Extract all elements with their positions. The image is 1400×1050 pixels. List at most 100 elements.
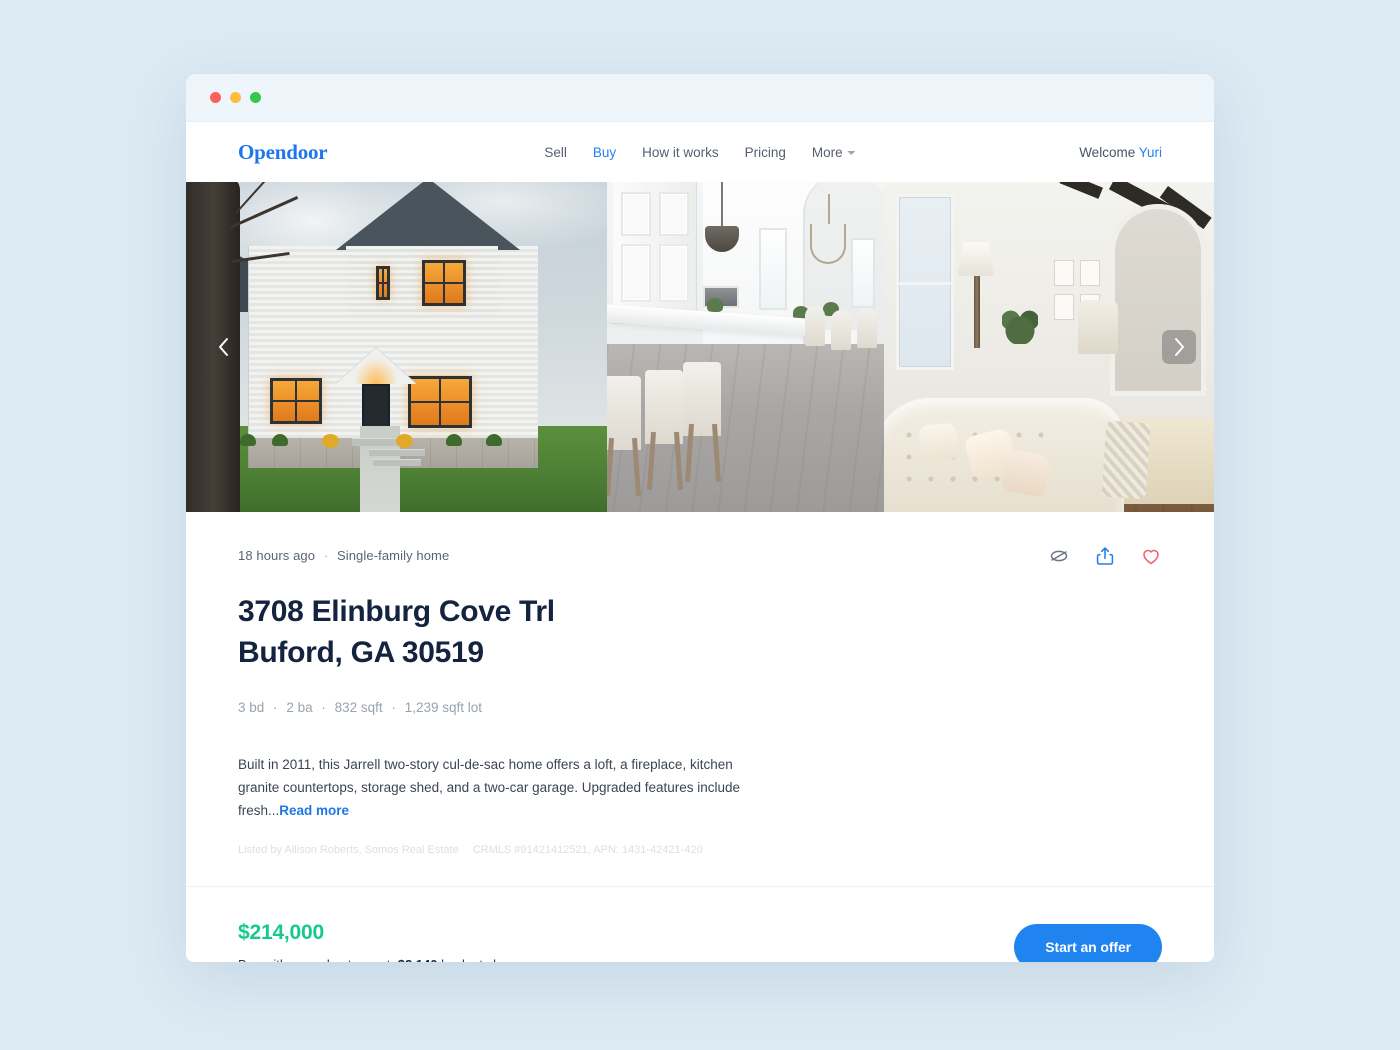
opendoor-logo[interactable]: Opendoor [238, 140, 328, 165]
meta-separator: · [323, 548, 329, 563]
shrub-3 [446, 434, 462, 446]
welcome-label: Welcome [1079, 144, 1136, 160]
table-lamp-shade [958, 242, 994, 276]
nav-item-pricing[interactable]: Pricing [745, 145, 786, 160]
bar-stool-3 [683, 362, 723, 483]
spec-separator: · [273, 699, 278, 715]
favorite-listing-icon[interactable] [1140, 545, 1162, 567]
listing-meta: 18 hours ago · Single-family home [238, 548, 449, 563]
nav-item-how-it-works[interactable]: How it works [642, 145, 719, 160]
nav-item-more[interactable]: More [812, 145, 856, 160]
spec-lot: 1,239 sqft lot [404, 699, 483, 715]
page-title: 3708 Elinburg Cove Trl Buford, GA 30519 [238, 591, 1162, 674]
kitchen-window-2 [851, 238, 875, 308]
nav-item-sell[interactable]: Sell [544, 145, 567, 160]
nav-item-more-label: More [811, 144, 843, 160]
window-lower-right [408, 376, 472, 428]
bar-stool-1 [607, 376, 643, 497]
traffic-lights [210, 92, 261, 103]
roof-gable [336, 182, 520, 250]
mum-planter-right [396, 434, 413, 448]
carousel-next-button[interactable] [1162, 330, 1196, 364]
spec-baths: 2 ba [286, 699, 313, 715]
cabinet-pane-4 [659, 244, 689, 302]
carousel-prev-button[interactable] [206, 330, 240, 364]
chevron-down-icon [847, 151, 856, 155]
listing-price: $214,000 [238, 921, 324, 945]
kitchen-window-1 [759, 228, 787, 310]
nav-links: Sell Buy How it works Pricing More [544, 145, 856, 160]
throw-pillow-3 [918, 422, 960, 462]
property-type: Single-family home [336, 548, 450, 563]
bar-stool-2 [645, 370, 685, 491]
listing-actions [1048, 545, 1162, 567]
rebate-suffix: back at close. [437, 957, 521, 962]
start-an-offer-button[interactable]: Start an offer [1014, 923, 1162, 962]
walk-step-1 [368, 449, 425, 456]
accent-chair [1078, 300, 1118, 354]
potted-plant [1002, 300, 1038, 344]
wall-art-3 [1054, 294, 1074, 320]
hide-listing-icon[interactable] [1048, 545, 1070, 567]
photo-carousel[interactable] [186, 182, 1214, 512]
spec-sqft: 832 sqft [334, 699, 383, 715]
shrub-2 [272, 434, 288, 446]
read-more-link[interactable]: Read more [279, 803, 349, 818]
minimize-window-icon[interactable] [230, 92, 241, 103]
porch-light-glow [354, 358, 398, 384]
dining-chair-3 [857, 308, 877, 348]
mum-planter-left [322, 434, 339, 448]
shrub-4 [486, 434, 502, 446]
price-block: $214,000 Buy with us and get an est. $2,… [238, 921, 521, 962]
kitchen-plant-1 [707, 298, 723, 312]
spec-separator: · [391, 699, 396, 715]
stool-leg [607, 437, 615, 497]
rebate-amount: $2,140 [398, 957, 438, 962]
listing-description: Built in 2011, this Jarrell two-story cu… [238, 753, 750, 823]
rebate-prefix: Buy with us and get an est. [238, 957, 398, 962]
listing-details: 18 hours ago · Single-family home 3708 E… [186, 512, 1214, 887]
site-navbar: Opendoor Sell Buy How it works Pricing M… [186, 122, 1214, 182]
listing-attribution: Listed by Allison Roberts, Somos Real Es… [238, 844, 1162, 886]
maximize-window-icon[interactable] [250, 92, 261, 103]
user-name: Yuri [1138, 144, 1162, 160]
cabinet-pane-2 [659, 192, 689, 236]
spec-separator: · [321, 699, 326, 715]
nav-item-buy[interactable]: Buy [593, 145, 616, 160]
spec-beds: 3 bd [238, 699, 265, 715]
carousel-photo-kitchen[interactable] [607, 182, 884, 512]
carousel-photo-exterior[interactable] [186, 182, 607, 512]
mls-number: CRMLS #91421412521, APN: 1431-42421-420 [472, 844, 703, 857]
cabinet-pane-3 [621, 244, 651, 302]
hallway-arch [1110, 204, 1206, 396]
living-room-window [896, 194, 954, 370]
throw-pillow-2 [1000, 448, 1052, 498]
posted-time: 18 hours ago [238, 548, 316, 563]
property-specs: 3 bd · 2 ba · 832 sqft · 1,239 sqft lot [238, 700, 1162, 715]
cabinet-pane-1 [621, 192, 651, 236]
welcome-greeting[interactable]: Welcome Yuri [1079, 145, 1162, 160]
walk-step-2 [372, 459, 421, 466]
pendant-cord-1 [721, 182, 723, 228]
dining-chair-2 [831, 310, 851, 350]
knit-throw-blanket [1101, 420, 1151, 500]
table-lamp-base [974, 276, 980, 348]
window-lower-left [270, 378, 322, 424]
offer-bar: $214,000 Buy with us and get an est. $2,… [186, 886, 1214, 962]
share-listing-icon[interactable] [1094, 545, 1116, 567]
dining-chandelier [810, 194, 846, 264]
window-upper-wide [422, 260, 466, 306]
browser-window: Opendoor Sell Buy How it works Pricing M… [186, 74, 1214, 962]
dining-chair-1 [805, 306, 825, 346]
window-upper-narrow [376, 266, 390, 300]
listed-by-text: Listed by Allison Roberts, Somos Real Es… [238, 844, 459, 857]
rebate-text: Buy with us and get an est. $2,140 back … [238, 957, 521, 962]
address-line-2: Buford, GA 30519 [238, 636, 484, 670]
browser-titlebar [186, 74, 1214, 122]
close-window-icon[interactable] [210, 92, 221, 103]
carousel-photo-living-room[interactable] [884, 182, 1214, 512]
porch-step [352, 438, 399, 446]
listing-meta-row: 18 hours ago · Single-family home [238, 545, 1162, 567]
address-line-1: 3708 Elinburg Cove Trl [238, 595, 555, 628]
wall-art-2 [1080, 260, 1100, 286]
